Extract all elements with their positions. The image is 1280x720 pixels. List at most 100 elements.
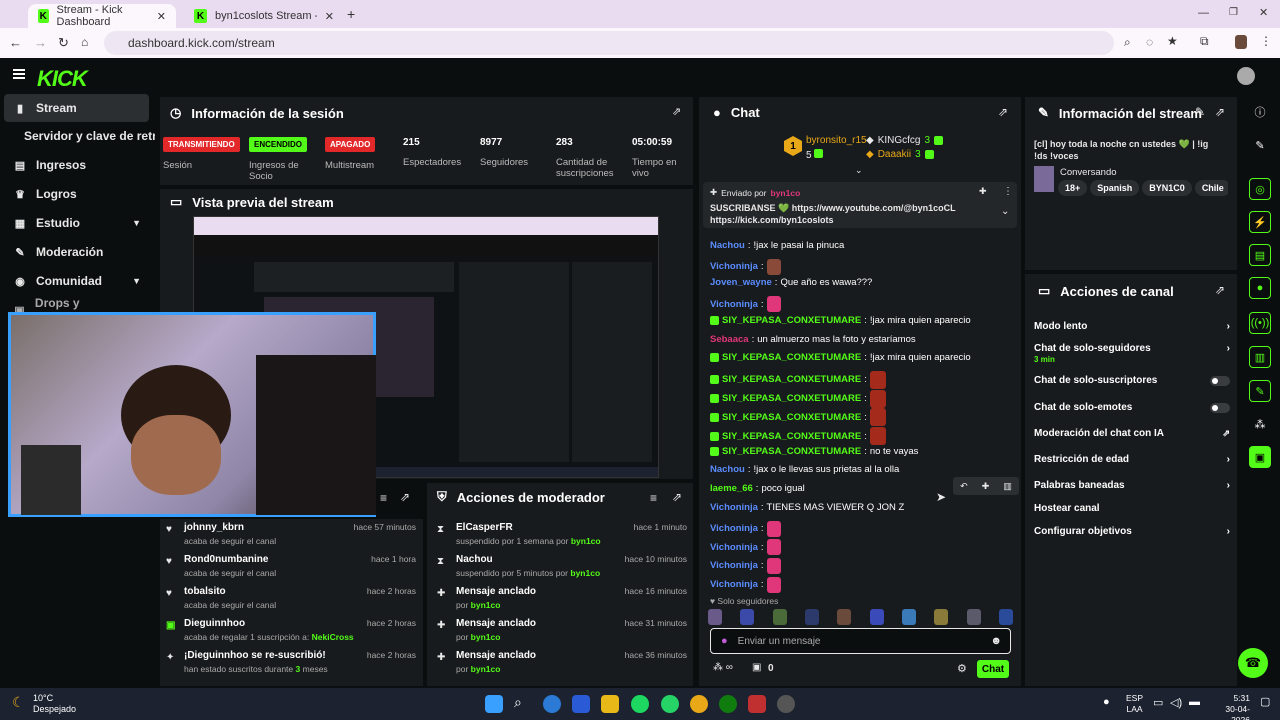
chat-message[interactable]: Vichoninja: bbox=[710, 576, 784, 593]
channel-action-age[interactable]: Restricción de edad › bbox=[1034, 454, 1230, 465]
chat-username[interactable]: Nachou bbox=[710, 240, 745, 251]
chat-message[interactable]: Vichoninja: bbox=[710, 557, 784, 574]
leader-item[interactable]: ◆ Daaakii 3 bbox=[866, 149, 934, 160]
channel-action-emotes-only[interactable]: Chat de solo-emotes bbox=[1034, 402, 1230, 413]
edge-icon[interactable] bbox=[543, 695, 561, 713]
pin-icon[interactable]: ✚ bbox=[982, 481, 990, 492]
emote-item[interactable] bbox=[934, 609, 949, 625]
emote-item[interactable] bbox=[966, 609, 981, 625]
apps-icon[interactable]: ⁂ bbox=[1249, 413, 1271, 435]
chat-username[interactable]: SIY_KEPASA_CONXETUMARE bbox=[722, 412, 861, 423]
chat-message[interactable]: SIY_KEPASA_CONXETUMARE: no te vayas bbox=[710, 446, 918, 457]
chat-username[interactable]: Nachou bbox=[710, 464, 745, 475]
mic-icon[interactable]: ● bbox=[1103, 696, 1110, 708]
tool-icon[interactable]: ✎ bbox=[1249, 380, 1271, 402]
chat-message[interactable]: Vichoninja: TIENES MAS VIEWER Q JON Z bbox=[710, 502, 904, 513]
sidebar-item-estudio[interactable]: ▦ Estudio ▼ bbox=[4, 209, 149, 237]
leader-item[interactable]: ◆ KINGcfcg 3 bbox=[866, 135, 944, 146]
send-chat-button[interactable]: Chat bbox=[977, 660, 1009, 678]
user-avatar[interactable] bbox=[1237, 67, 1255, 85]
chat-username[interactable]: SIY_KEPASA_CONXETUMARE bbox=[722, 315, 861, 326]
reload-icon[interactable]: ↻ bbox=[58, 35, 69, 51]
emote-item[interactable] bbox=[740, 609, 755, 625]
infinity-icon[interactable]: ⁂ ∞ bbox=[713, 662, 733, 673]
gear-icon[interactable]: ⚙ bbox=[957, 662, 967, 675]
emote-item[interactable] bbox=[869, 609, 884, 625]
battery-icon[interactable]: ▬ bbox=[1189, 696, 1200, 708]
popout-icon[interactable]: ⇗ bbox=[672, 105, 681, 118]
chat-message[interactable]: SIY_KEPASA_CONXETUMARE: bbox=[710, 427, 889, 445]
chat-username[interactable]: Joven_wayne bbox=[710, 277, 772, 288]
popout-icon[interactable]: ⇗ bbox=[400, 490, 410, 504]
chat-username[interactable]: SIY_KEPASA_CONXETUMARE bbox=[722, 431, 861, 442]
sidebar-item-ingresos[interactable]: ▤ Ingresos bbox=[4, 151, 149, 179]
info-icon[interactable]: ⓘ bbox=[1249, 101, 1271, 123]
browser-tab-watch[interactable]: K byn1coslots Stream - Watch Li ✕ bbox=[184, 4, 344, 28]
store-icon[interactable] bbox=[572, 695, 590, 713]
filter-icon[interactable]: ≡ bbox=[380, 491, 387, 505]
menu-dots-icon[interactable]: ⋮ bbox=[1260, 34, 1272, 48]
bolt-icon[interactable]: ⚡ bbox=[1249, 211, 1271, 233]
whatsapp-icon[interactable] bbox=[661, 695, 679, 713]
channel-action-banned-words[interactable]: Palabras baneadas › bbox=[1034, 480, 1230, 491]
profile-icon[interactable] bbox=[1235, 35, 1247, 49]
chat-username[interactable]: SIY_KEPASA_CONXETUMARE bbox=[722, 446, 861, 457]
pin-toggle-icon[interactable]: ✚ bbox=[979, 186, 987, 197]
mic-icon[interactable]: ● bbox=[721, 635, 728, 647]
chat-username[interactable]: Vichoninja bbox=[710, 579, 758, 590]
chat-username[interactable]: Vichoninja bbox=[710, 261, 758, 272]
weather[interactable]: 10°C Despejado bbox=[33, 693, 76, 715]
close-tab-icon[interactable]: ✕ bbox=[325, 10, 334, 23]
chat-username[interactable]: Sebaaca bbox=[710, 334, 749, 345]
notification-icon[interactable]: ▢ bbox=[1260, 695, 1270, 708]
emote-item[interactable] bbox=[708, 609, 722, 625]
emote-item[interactable] bbox=[804, 609, 819, 625]
new-tab-icon[interactable]: + bbox=[347, 6, 355, 22]
chat-message[interactable]: Vichoninja: bbox=[710, 539, 784, 556]
chrome-icon[interactable] bbox=[690, 695, 708, 713]
channel-action-followers-only[interactable]: Chat de solo-seguidores 3 min › bbox=[1034, 343, 1230, 365]
chat-icon[interactable]: ● bbox=[1249, 277, 1271, 299]
chat-username[interactable]: Vichoninja bbox=[710, 299, 758, 310]
xbox-icon[interactable] bbox=[719, 695, 737, 713]
spotify-icon[interactable] bbox=[631, 695, 649, 713]
leader-item[interactable]: byronsito_r15 5 bbox=[806, 135, 867, 161]
network-icon[interactable]: ▭ bbox=[1153, 696, 1163, 709]
sidebar-item-server-key[interactable]: Servidor y clave de retransm bbox=[14, 122, 155, 150]
more-icon[interactable]: ⋮ bbox=[1003, 186, 1013, 197]
stack-icon[interactable]: ▥ bbox=[1249, 346, 1271, 368]
windows-start-icon[interactable] bbox=[485, 695, 503, 713]
bookmark-star-icon[interactable]: ★ bbox=[1167, 34, 1178, 48]
help-chat-button[interactable]: ☎ bbox=[1238, 648, 1268, 678]
gift-target[interactable]: NekiCross bbox=[312, 632, 354, 642]
close-window-icon[interactable]: ✕ bbox=[1259, 6, 1268, 19]
language[interactable]: ESP LAA bbox=[1126, 693, 1143, 715]
channel-action-goals[interactable]: Configurar objetivos › bbox=[1034, 526, 1230, 537]
channel-action-subs-only[interactable]: Chat de solo-suscriptores bbox=[1034, 375, 1230, 386]
chat-input[interactable]: ● Enviar un mensaje ☻ bbox=[710, 628, 1011, 654]
clock[interactable]: 5:31 30-04-2026 bbox=[1208, 693, 1250, 720]
chat-message[interactable]: SIY_KEPASA_CONXETUMARE: !jax mira quien a… bbox=[710, 352, 971, 363]
forward-icon[interactable]: → bbox=[34, 35, 47, 50]
delete-icon[interactable]: ▥ bbox=[1003, 481, 1012, 492]
chat-username[interactable]: Vichoninja bbox=[710, 523, 758, 534]
browser-tab-dashboard[interactable]: K Stream - Kick Dashboard ✕ bbox=[28, 4, 176, 28]
search-icon[interactable]: ⌕ bbox=[514, 694, 522, 711]
emoji-icon[interactable]: ☻ bbox=[990, 635, 1002, 647]
chat-message[interactable]: SIY_KEPASA_CONXETUMARE: bbox=[710, 389, 889, 408]
channel-action-ai-mod[interactable]: Moderación del chat con IA ⇗ bbox=[1034, 428, 1230, 439]
chat-username[interactable]: Vichoninja bbox=[710, 542, 758, 553]
restore-icon[interactable]: ❐ bbox=[1229, 7, 1238, 18]
points-icon[interactable]: ▣ bbox=[752, 662, 761, 673]
chat-message[interactable]: SIY_KEPASA_CONXETUMARE: !jax mira quien a… bbox=[710, 315, 971, 326]
toggle-switch[interactable] bbox=[1210, 375, 1230, 386]
chat-username[interactable]: SIY_KEPASA_CONXETUMARE bbox=[722, 374, 861, 385]
close-tab-icon[interactable]: ✕ bbox=[157, 10, 166, 23]
camera-icon[interactable]: ◎ bbox=[1249, 178, 1271, 200]
popout-icon[interactable]: ⇗ bbox=[1215, 105, 1225, 119]
chevron-down-icon[interactable]: ⌄ bbox=[855, 165, 863, 176]
sidebar-item-moderacion[interactable]: ✎ Moderación bbox=[4, 238, 149, 266]
popout-icon[interactable]: ⇗ bbox=[1215, 283, 1225, 297]
chat-username[interactable]: SIY_KEPASA_CONXETUMARE bbox=[722, 393, 861, 404]
popout-icon[interactable]: ⇗ bbox=[998, 105, 1008, 119]
